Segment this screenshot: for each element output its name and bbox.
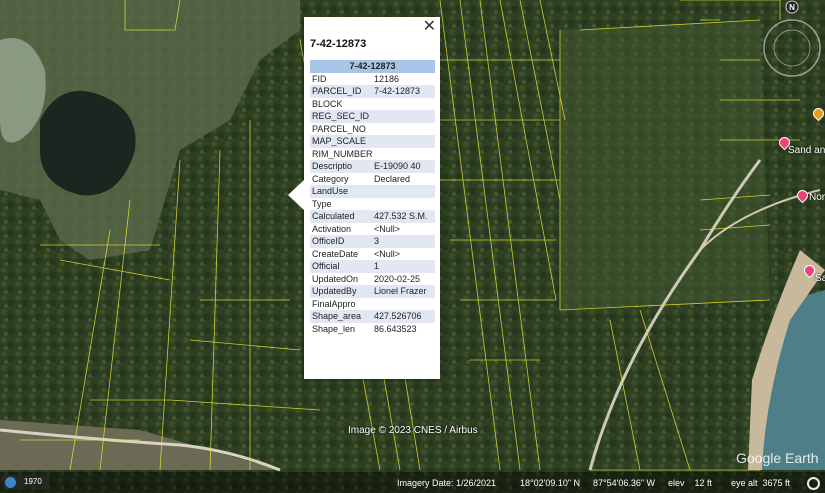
attribute-value: Declared [374, 173, 411, 184]
attribute-row: FID 12186 [310, 73, 435, 86]
attribute-row: BLOCK [310, 98, 435, 111]
attribute-key: FID [312, 73, 327, 84]
vegetation-right [560, 20, 770, 310]
attribute-key: Official [310, 260, 372, 273]
attribute-value: 1 [372, 260, 436, 273]
attribute-value [372, 123, 435, 136]
attribute-row: MAP_SCALE [310, 135, 436, 148]
attribute-row: Category Declared [310, 173, 435, 186]
attribute-row: Official 1 [310, 260, 436, 273]
latitude-readout: 18°02'09.10" N [520, 478, 581, 488]
attribute-value [372, 135, 436, 148]
compass-north-letter: N [789, 3, 795, 12]
eye-altitude-readout: eye alt 3675 ft [731, 478, 791, 488]
attribute-value: <Null> [374, 248, 401, 259]
popup-pointer [288, 180, 304, 210]
place-label-sand: Sand an [788, 145, 825, 156]
attribute-row: UpdatedBy Lionel Frazer [310, 285, 436, 298]
attribute-value: <Null> [374, 223, 401, 234]
attribute-key: OfficeID [310, 235, 372, 248]
attribute-key: CreateDate [312, 248, 359, 259]
attribute-value [372, 110, 436, 123]
imagery-date: Imagery Date: 1/26/2021 [397, 478, 497, 488]
attribute-key: Category [312, 173, 349, 184]
attribute-row: Shape_len 86.643523 [310, 323, 435, 336]
attribute-key: UpdatedBy [310, 285, 372, 298]
attribute-row: UpdatedOn 2020-02-25 [310, 273, 435, 286]
place-label-nor: Nor [809, 192, 825, 203]
attribute-table-header-cell: 7-42-12873 [310, 60, 436, 73]
attribute-key: Descriptio [310, 160, 372, 173]
clock-icon [5, 477, 16, 488]
attribute-row: Descriptio E-19090 40 [310, 160, 436, 173]
attribute-row: CreateDate <Null> [310, 248, 435, 261]
attribute-key: Type [312, 198, 332, 209]
attribute-row: PARCEL_ID 7-42-12873 [310, 85, 436, 98]
attribute-row: Activation <Null> [310, 223, 435, 236]
attribute-key: FinalAppro [312, 298, 356, 309]
attribute-row: FinalAppro [310, 298, 435, 311]
streaming-status-icon [807, 477, 820, 490]
attribute-key: REG_SEC_ID [310, 110, 372, 123]
attribute-key: RIM_NUMBER [312, 148, 372, 159]
attribute-key: Calculated [310, 210, 372, 223]
google-earth-logo: Google Earth [736, 450, 819, 466]
longitude-readout: 87°54'06.36" W [593, 478, 656, 488]
attribute-row: Calculated 427.532 S.M. [310, 210, 436, 223]
attribute-value: Lionel Frazer [372, 285, 436, 298]
attribute-value [372, 185, 436, 198]
attribute-key: PARCEL_NO [312, 123, 366, 134]
attribute-key: BLOCK [312, 98, 343, 109]
close-icon[interactable]: ✕ [423, 19, 436, 35]
attribute-value: 86.643523 [374, 323, 417, 334]
attribute-row: REG_SEC_ID [310, 110, 436, 123]
place-label-sa: Sa [815, 273, 825, 284]
attribute-key: Shape_area [310, 310, 372, 323]
attribute-key: LandUse [310, 185, 372, 198]
attribute-value [372, 198, 435, 211]
attribute-row: OfficeID 3 [310, 235, 436, 248]
attribute-table-header: 7-42-12873 [310, 60, 436, 73]
attribute-row: RIM_NUMBER [310, 148, 435, 161]
attribute-value: 12186 [374, 73, 400, 84]
attribute-value: 3 [372, 235, 436, 248]
attribute-value: 2020-02-25 [374, 273, 421, 284]
attribute-value: E-19090 40 [372, 160, 436, 173]
attribute-key: UpdatedOn [312, 273, 359, 284]
attribute-key: PARCEL_ID [310, 85, 372, 98]
attribute-key: MAP_SCALE [310, 135, 372, 148]
historical-year: 1970 [24, 477, 42, 486]
attribute-value: 427.532 S.M. [372, 210, 436, 223]
attribute-key: Shape_len [312, 323, 356, 334]
attribute-value [372, 98, 435, 111]
attribute-value: 7-42-12873 [372, 85, 436, 98]
attribute-value: 427.526706 [372, 310, 436, 323]
popup-title: 7-42-12873 [310, 38, 367, 50]
attribute-row: Shape_area 427.526706 [310, 310, 436, 323]
parcel-info-popup: ✕ 7-42-12873 7-42-12873 FID 12186 PARCEL_I… [288, 17, 440, 379]
attribute-table: 7-42-12873 FID 12186 PARCEL_ID 7-42-12873 BL… [310, 60, 436, 336]
attribute-row: Type [310, 198, 435, 211]
attribute-value [372, 298, 435, 311]
attribute-row: PARCEL_NO [310, 123, 435, 136]
attribute-value [372, 148, 435, 161]
attribute-key: Activation [312, 223, 352, 234]
imagery-attribution: Image © 2023 CNES / Airbus [348, 425, 478, 436]
attribute-row: LandUse [310, 185, 436, 198]
elevation-readout: elev 12 ft [668, 478, 713, 488]
